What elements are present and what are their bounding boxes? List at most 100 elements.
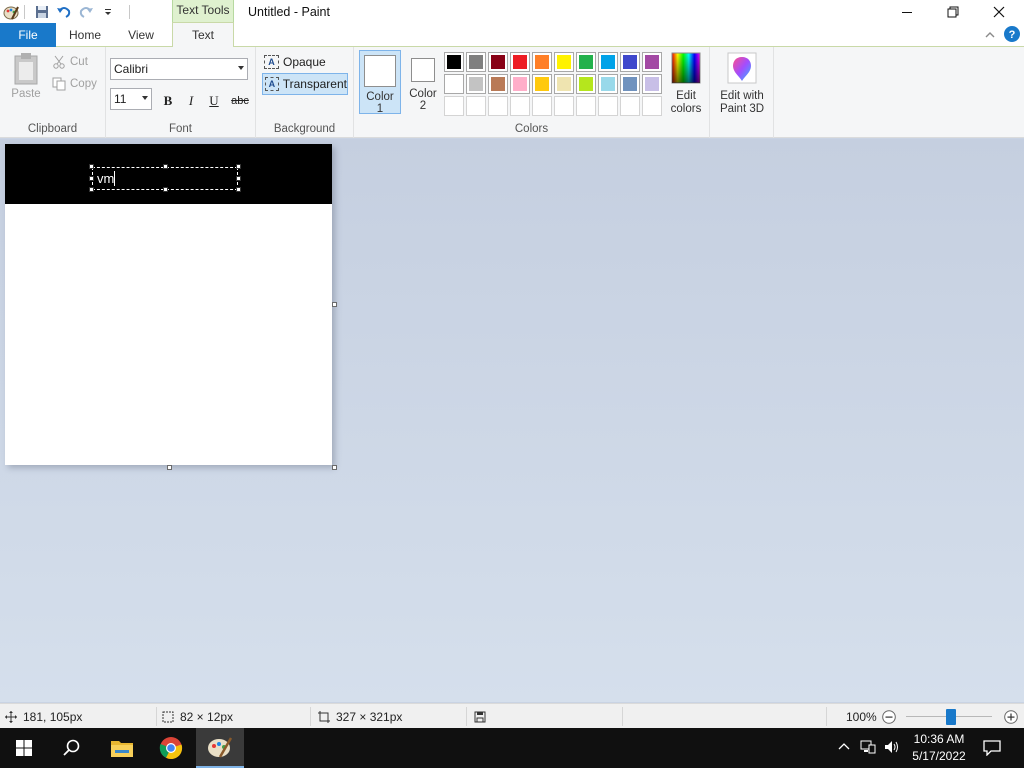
tab-view[interactable]: View (116, 23, 166, 47)
volume-icon[interactable] (884, 740, 900, 757)
font-family-select[interactable]: Calibri (110, 58, 248, 80)
help-icon[interactable]: ? (1004, 26, 1020, 45)
text-input-box[interactable]: vm (89, 164, 241, 192)
italic-button[interactable]: I (181, 91, 201, 111)
chrome-button[interactable] (147, 728, 195, 768)
font-group-label: Font (168, 123, 192, 135)
zoom-slider-thumb[interactable] (946, 709, 956, 725)
search-button[interactable] (48, 728, 96, 768)
canvas-resize-handle-right[interactable] (332, 302, 337, 307)
palette-color-swatch[interactable] (642, 74, 662, 94)
text-resize-handle[interactable] (89, 187, 94, 192)
color2-swatch (411, 58, 435, 82)
color2-button[interactable]: Color 2 (402, 50, 444, 114)
palette-color-swatch[interactable] (620, 52, 640, 72)
cut-label: Cut (70, 56, 88, 68)
palette-color-swatch[interactable] (488, 74, 508, 94)
palette-custom-slot[interactable] (554, 96, 574, 116)
font-size-select[interactable]: 11 (110, 88, 152, 110)
edit-with-paint3d-button[interactable]: Edit with Paint 3D (714, 50, 770, 116)
search-icon (63, 739, 80, 756)
palette-color-swatch[interactable] (532, 74, 552, 94)
swatch-fill (491, 77, 505, 91)
palette-custom-slot[interactable] (532, 96, 552, 116)
file-explorer-button[interactable] (98, 728, 146, 768)
palette-custom-slot[interactable] (620, 96, 640, 116)
palette-color-swatch[interactable] (576, 74, 596, 94)
palette-color-swatch[interactable] (444, 74, 464, 94)
tab-home[interactable]: Home (60, 23, 110, 47)
palette-color-swatch[interactable] (488, 52, 508, 72)
palette-custom-slot[interactable] (466, 96, 486, 116)
palette-color-swatch[interactable] (510, 52, 530, 72)
minimize-ribbon-icon[interactable] (984, 29, 996, 43)
palette-color-swatch[interactable] (510, 74, 530, 94)
minimize-button[interactable] (884, 0, 930, 24)
undo-icon[interactable] (53, 2, 75, 22)
tab-file[interactable]: File (0, 23, 56, 47)
strikethrough-button[interactable]: abc (228, 91, 252, 111)
color1-label-2: 1 (376, 103, 384, 115)
customize-qat-icon[interactable] (97, 2, 119, 22)
cut-button[interactable]: Cut (52, 52, 88, 72)
palette-color-swatch[interactable] (554, 52, 574, 72)
zoom-out-icon (882, 710, 896, 724)
canvas-workspace[interactable]: vm (0, 139, 1024, 702)
palette-custom-slot[interactable] (598, 96, 618, 116)
copy-button[interactable]: Copy (52, 74, 97, 94)
palette-color-swatch[interactable] (466, 74, 486, 94)
bold-button[interactable]: B (158, 91, 178, 111)
palette-color-swatch[interactable] (642, 52, 662, 72)
swatch-fill (469, 77, 483, 91)
palette-color-swatch[interactable] (620, 74, 640, 94)
text-resize-handle[interactable] (89, 164, 94, 169)
canvas-resize-handle-corner[interactable] (332, 465, 337, 470)
underline-button[interactable]: U (204, 91, 224, 111)
text-resize-handle[interactable] (89, 176, 94, 181)
status-divider (156, 707, 157, 726)
tab-text[interactable]: Text (172, 22, 234, 48)
drawing-canvas[interactable]: vm (5, 144, 332, 465)
palette-color-swatch[interactable] (598, 52, 618, 72)
paint-taskbar-button[interactable] (196, 728, 244, 768)
text-resize-handle[interactable] (236, 176, 241, 181)
palette-custom-slot[interactable] (510, 96, 530, 116)
zoom-in-button[interactable] (1004, 710, 1018, 727)
swatch-fill (513, 55, 527, 69)
palette-custom-slot[interactable] (576, 96, 596, 116)
palette-color-swatch[interactable] (444, 52, 464, 72)
transparent-button[interactable]: A Transparent (262, 73, 348, 95)
edit-colors-button[interactable]: Edit colors (664, 50, 708, 116)
text-resize-handle[interactable] (236, 164, 241, 169)
network-icon[interactable] (860, 740, 876, 757)
palette-color-swatch[interactable] (532, 52, 552, 72)
swatch-fill (447, 55, 461, 69)
restore-button[interactable] (930, 0, 976, 24)
redo-icon[interactable] (75, 2, 97, 22)
canvas-resize-handle-bottom[interactable] (167, 465, 172, 470)
colors-group: Color 1 Color 2 Edit colors Colors (354, 47, 710, 138)
palette-color-swatch[interactable] (576, 52, 596, 72)
text-resize-handle[interactable] (163, 164, 168, 169)
zoom-level: 100% (846, 704, 877, 729)
paint-app-icon[interactable] (0, 2, 22, 22)
palette-color-swatch[interactable] (466, 52, 486, 72)
palette-color-swatch[interactable] (554, 74, 574, 94)
show-hidden-icons-icon[interactable] (838, 741, 850, 755)
start-button[interactable] (0, 728, 48, 768)
text-resize-handle[interactable] (236, 187, 241, 192)
color1-button[interactable]: Color 1 (359, 50, 401, 115)
opaque-button[interactable]: A Opaque (262, 51, 348, 73)
close-button[interactable] (976, 0, 1022, 24)
palette-custom-slot[interactable] (444, 96, 464, 116)
palette-custom-slot[interactable] (488, 96, 508, 116)
taskbar-clock[interactable]: 10:36 AM 5/17/2022 (904, 731, 974, 765)
palette-color-swatch[interactable] (598, 74, 618, 94)
paste-button[interactable]: Paste (6, 50, 46, 101)
zoom-out-button[interactable] (882, 710, 896, 727)
palette-custom-slot[interactable] (642, 96, 662, 116)
text-resize-handle[interactable] (163, 187, 168, 192)
zoom-in-icon (1004, 710, 1018, 724)
action-center-button[interactable] (972, 728, 1012, 768)
save-icon[interactable] (31, 2, 53, 22)
